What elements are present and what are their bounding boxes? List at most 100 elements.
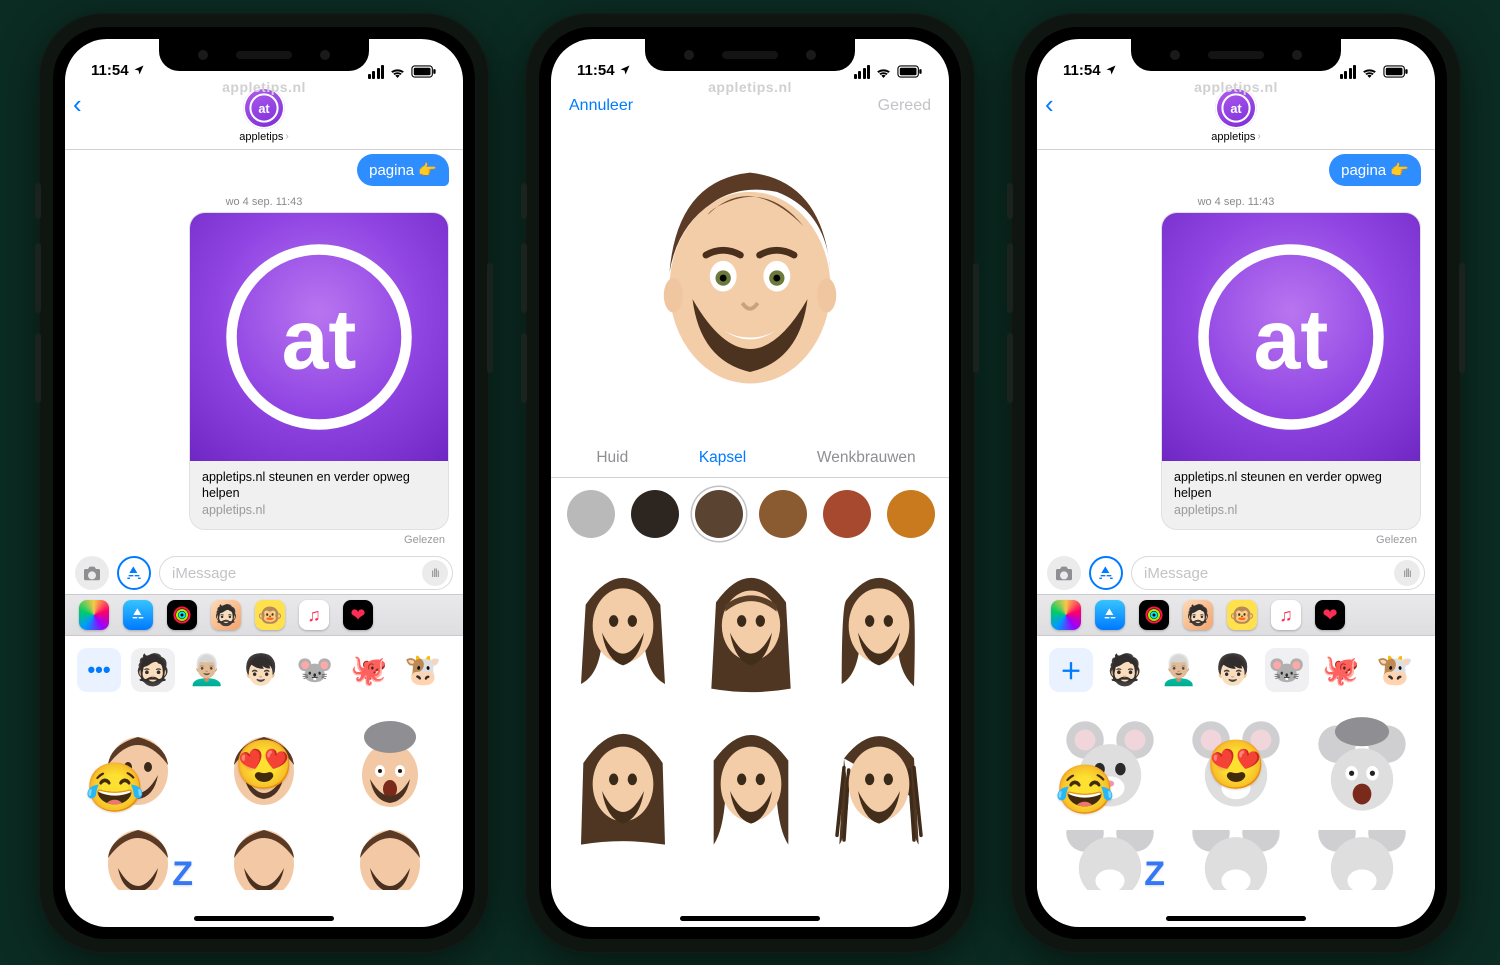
memoji-sticker[interactable]: Z [79, 830, 197, 890]
app-store-button[interactable] [117, 556, 151, 590]
message-input[interactable]: iMessage ıllı [159, 556, 453, 590]
memoji-sticker[interactable]: 😂 [1051, 708, 1169, 826]
memoji-selector-row[interactable]: ＋ 🧔🏻 👨🏼‍🦳 👦🏻 🐭 🐙 🐮 [1037, 642, 1435, 698]
chevron-right-icon: › [1257, 131, 1260, 142]
activity-app-icon[interactable] [1139, 600, 1169, 630]
memoji-item-selected[interactable]: 🧔🏻 [131, 648, 175, 692]
memoji-item[interactable]: 👦🏻 [239, 648, 283, 692]
photos-app-icon[interactable] [1051, 600, 1081, 630]
memoji-item[interactable]: 🐙 [1319, 648, 1363, 692]
location-icon [1105, 64, 1117, 76]
memoji-sticker[interactable] [205, 830, 323, 890]
contact-avatar[interactable]: at [243, 87, 285, 129]
memoji-item[interactable]: 👦🏻 [1211, 648, 1255, 692]
memoji-app-icon[interactable]: 🧔🏻 [1183, 600, 1213, 630]
memoji-sticker[interactable]: 😍 [1177, 708, 1295, 826]
store-app-icon[interactable] [1095, 600, 1125, 630]
tab-hairstyle[interactable]: Kapsel [699, 449, 746, 467]
animoji-app-icon[interactable]: 🐵 [255, 600, 285, 630]
color-swatch[interactable] [887, 490, 935, 538]
color-swatch[interactable] [631, 490, 679, 538]
photos-app-icon[interactable] [79, 600, 109, 630]
memoji-sticker[interactable] [331, 708, 449, 826]
tab-skin[interactable]: Huid [596, 449, 628, 467]
audio-waveform-icon[interactable]: ıllı [422, 560, 448, 586]
memoji-item-selected[interactable]: 🐭 [1265, 648, 1309, 692]
conversation-body[interactable]: pagina 👉 wo 4 sep. 11:43 at appletips.nl… [65, 150, 463, 553]
conversation-body[interactable]: pagina 👉 wo 4 sep. 11:43 at appletips.nl… [1037, 150, 1435, 553]
location-icon [619, 64, 631, 76]
conversation-header: ‹ at appletips› [65, 83, 463, 150]
audio-waveform-icon[interactable]: ıllı [1394, 560, 1420, 586]
hair-color-swatches[interactable] [551, 478, 949, 550]
digital-touch-app-icon[interactable]: ❤ [343, 600, 373, 630]
hairstyle-option[interactable] [563, 554, 683, 702]
link-preview-card[interactable]: at appletips.nl steunen en verder opweg … [1161, 212, 1421, 531]
activity-app-icon[interactable] [167, 600, 197, 630]
back-button[interactable]: ‹ [1045, 89, 1054, 120]
color-swatch[interactable] [823, 490, 871, 538]
link-preview-image: at [1162, 213, 1420, 461]
memoji-drawer[interactable]: ••• 🧔🏻 👨🏼‍🦳 👦🏻 🐭 🐙 🐮 😂 😍 Z [65, 636, 463, 890]
tab-eyebrows[interactable]: Wenkbrauwen [817, 449, 916, 467]
wifi-icon [389, 65, 406, 78]
store-app-icon[interactable] [123, 600, 153, 630]
memoji-sticker[interactable]: Z [1051, 830, 1169, 890]
imessage-app-strip[interactable]: 🧔🏻 🐵 ♫ ❤ [1037, 594, 1435, 636]
hairstyle-option[interactable] [819, 710, 939, 858]
cancel-button[interactable]: Annuleer [569, 97, 633, 115]
memoji-item[interactable]: 👨🏼‍🦳 [1157, 648, 1201, 692]
hairstyle-option[interactable] [563, 710, 683, 858]
camera-button[interactable] [1047, 556, 1081, 590]
color-swatch-selected[interactable] [695, 490, 743, 538]
memoji-sticker-grid[interactable]: 😂 😍 Z [65, 698, 463, 890]
camera-button[interactable] [75, 556, 109, 590]
memoji-app-icon[interactable]: 🧔🏻 [211, 600, 241, 630]
message-input[interactable]: iMessage ıllı [1131, 556, 1425, 590]
hairstyle-option[interactable] [691, 710, 811, 858]
memoji-item[interactable]: 👨🏼‍🦳 [185, 648, 229, 692]
done-button[interactable]: Gereed [878, 97, 931, 115]
sent-message-bubble[interactable]: pagina 👉 [357, 154, 449, 186]
home-indicator [194, 916, 334, 921]
color-swatch[interactable] [567, 490, 615, 538]
imessage-app-strip[interactable]: 🧔🏻 🐵 ♫ ❤ [65, 594, 463, 636]
hairstyle-option[interactable] [691, 554, 811, 702]
memoji-item[interactable]: 🐙 [347, 648, 391, 692]
memoji-sticker[interactable] [1303, 830, 1421, 890]
memoji-sticker[interactable] [331, 830, 449, 890]
memoji-more-button[interactable]: ••• [77, 648, 121, 692]
memoji-sticker[interactable] [1303, 708, 1421, 826]
contact-name-row[interactable]: appletips› [1037, 131, 1435, 143]
memoji-item[interactable]: 🐮 [1373, 648, 1417, 692]
hairstyle-option[interactable] [819, 554, 939, 702]
link-preview-card[interactable]: at appletips.nl steunen en verder opweg … [189, 212, 449, 531]
conversation-header: ‹ at appletips› [1037, 83, 1435, 150]
music-app-icon[interactable]: ♫ [1271, 600, 1301, 630]
contact-avatar[interactable]: at [1215, 87, 1257, 129]
memoji-selector-row[interactable]: ••• 🧔🏻 👨🏼‍🦳 👦🏻 🐭 🐙 🐮 [65, 642, 463, 698]
memoji-item[interactable]: 🧔🏻 [1103, 648, 1147, 692]
memoji-drawer[interactable]: ＋ 🧔🏻 👨🏼‍🦳 👦🏻 🐭 🐙 🐮 😂 😍 Z [1037, 636, 1435, 890]
contact-name-row[interactable]: appletips› [65, 131, 463, 143]
memoji-sticker[interactable]: 😂 [79, 708, 197, 826]
digital-touch-app-icon[interactable]: ❤ [1315, 600, 1345, 630]
memoji-item[interactable]: 🐭 [293, 648, 337, 692]
sent-message-bubble[interactable]: pagina 👉 [1329, 154, 1421, 186]
memoji-item[interactable]: 🐮 [401, 648, 445, 692]
hairstyle-grid[interactable] [551, 550, 949, 858]
memoji-sticker[interactable]: 😍 [205, 708, 323, 826]
memoji-preview[interactable] [551, 115, 949, 445]
memoji-add-button[interactable]: ＋ [1049, 648, 1093, 692]
music-app-icon[interactable]: ♫ [299, 600, 329, 630]
notch [159, 39, 369, 71]
memoji-sticker[interactable] [1177, 830, 1295, 890]
back-button[interactable]: ‹ [73, 89, 82, 120]
app-store-button[interactable] [1089, 556, 1123, 590]
cellular-icon [368, 65, 385, 79]
editor-category-tabs[interactable]: Huid Kapsel Wenkbrauwen [551, 445, 949, 478]
color-swatch[interactable] [759, 490, 807, 538]
home-indicator [1166, 916, 1306, 921]
memoji-sticker-grid[interactable]: 😂 😍 Z [1037, 698, 1435, 890]
animoji-app-icon[interactable]: 🐵 [1227, 600, 1257, 630]
